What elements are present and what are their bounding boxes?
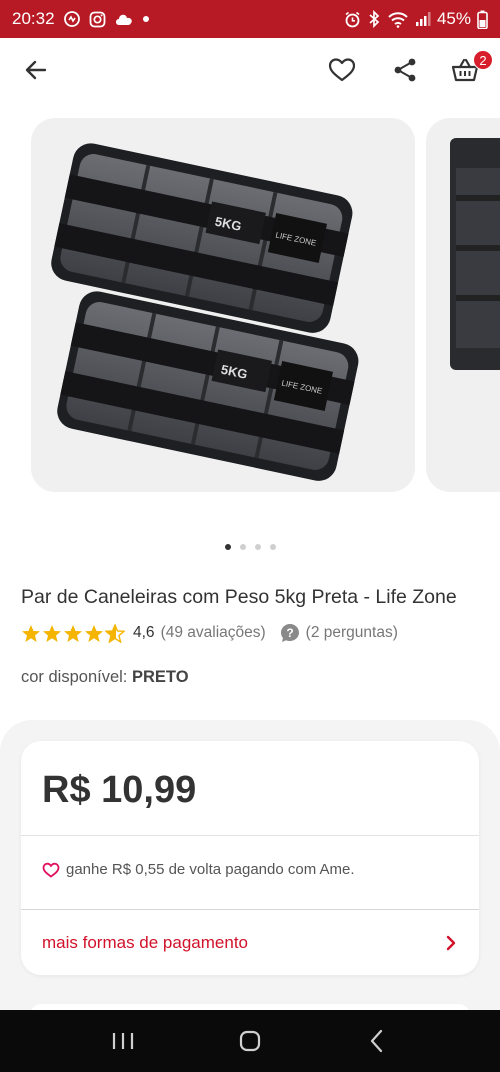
status-bar: 20:32 45% [0,0,500,38]
cashback-text: ganhe R$ 0,55 de volta pagando com Ame. [66,861,355,878]
svg-text:?: ? [286,626,293,640]
color-label: cor disponível: [21,668,128,686]
payment-options-link[interactable]: mais formas de pagamento [21,910,479,975]
share-button[interactable] [385,52,425,92]
next-image-preview [450,138,500,370]
heart-icon [328,57,356,88]
wifi-icon [387,10,409,28]
rating-value: 4,6 [133,624,155,641]
notification-dot-icon [142,15,150,23]
questions-link[interactable]: (2 perguntas) [306,624,398,642]
product-image-next[interactable] [426,118,500,492]
product-image-main[interactable]: 5KG LIFE ZONE 5KG LIFE ZONE [31,118,415,492]
star-icon [64,624,82,642]
recent-apps-button[interactable] [98,1016,148,1066]
status-right: 45% [344,9,488,29]
system-back-button[interactable] [352,1016,402,1066]
star-icon [43,624,61,642]
rating-row: 4,6 (49 avaliações) ? (2 perguntas) [21,621,398,645]
question-icon: ? [280,623,300,643]
cart-count-badge: 2 [473,50,493,70]
status-left: 20:32 [12,9,150,29]
alarm-icon [344,11,361,28]
carousel-dot[interactable] [224,544,231,550]
image-gallery[interactable]: 5KG LIFE ZONE 5KG LIFE ZONE [0,118,500,493]
share-icon [392,57,418,88]
star-icon [85,624,103,642]
color-value: PRETO [131,668,189,686]
home-icon [239,1030,261,1052]
recent-apps-icon [113,1033,134,1049]
rating-stars [21,623,125,643]
reviews-link[interactable]: (49 avaliações) [161,624,266,642]
battery-icon [477,10,488,29]
cart-button[interactable]: 2 [445,50,493,92]
arrow-back-icon [23,57,49,88]
instagram-icon [89,11,106,28]
carousel-dot[interactable] [239,544,246,550]
price-card: R$ 10,99 ganhe R$ 0,55 de volta pagando … [21,741,479,975]
carousel-dot[interactable] [254,544,261,550]
cloud-icon [114,12,134,26]
ankle-weights-image: 5KG LIFE ZONE 5KG LIFE ZONE [51,143,359,481]
status-time: 20:32 [12,9,55,28]
half-star-icon [105,623,125,643]
cashback-info: ganhe R$ 0,55 de volta pagando com Ame. [42,861,355,878]
chevron-right-icon [444,935,458,951]
star-icon [22,624,40,642]
chevron-left-icon [370,1029,382,1053]
divider [21,835,479,836]
bluetooth-icon [367,10,381,28]
product-title: Par de Caneleiras com Peso 5kg Preta - L… [21,586,457,608]
fitness-icon [63,10,81,28]
payment-options-label: mais formas de pagamento [42,932,248,952]
signal-icon [415,11,431,27]
carousel-dot[interactable] [269,544,276,550]
battery-percent: 45% [436,9,471,28]
back-button[interactable] [16,52,56,92]
ame-heart-icon [42,862,60,878]
home-button[interactable] [225,1016,275,1066]
available-color: cor disponível: PRETO [21,668,189,687]
carousel-dots [0,544,500,550]
app-bar: 2 [0,38,500,104]
product-price: R$ 10,99 [42,769,197,811]
system-nav-bar [0,1010,500,1072]
favorite-button[interactable] [322,52,362,92]
